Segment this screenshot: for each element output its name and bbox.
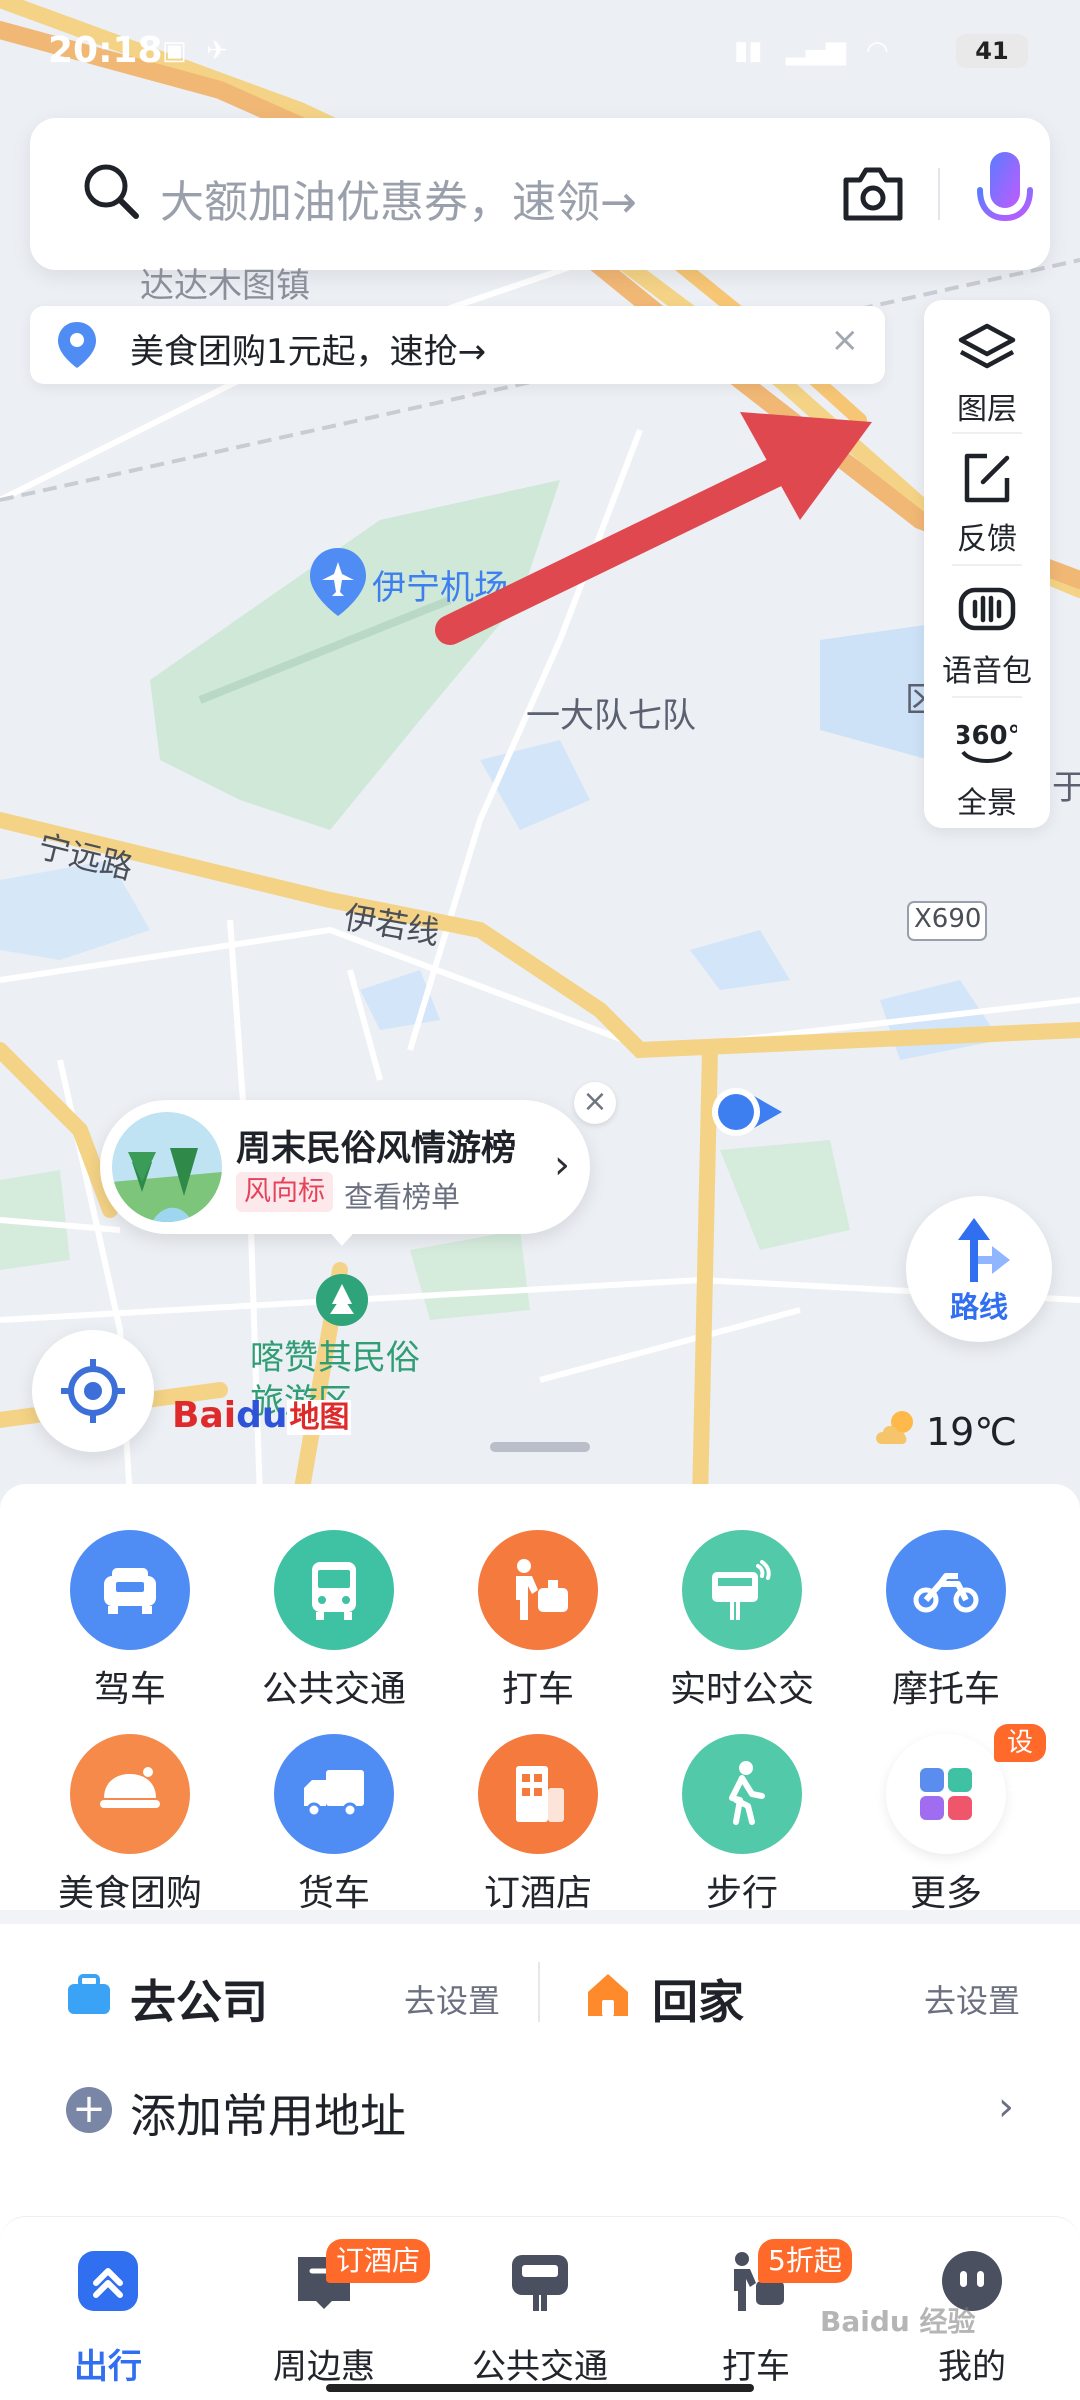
route-button[interactable]: 路线	[906, 1196, 1052, 1342]
grid-item-public-transit[interactable]: 公共交通	[234, 1530, 434, 1720]
chevron-right-icon[interactable]: ›	[998, 2084, 1014, 2130]
logo-part-du: du	[236, 1395, 288, 1436]
go-home-label[interactable]: 回家	[652, 1966, 744, 2032]
bus-icon	[274, 1530, 394, 1650]
route-icon	[958, 1218, 1010, 1282]
nav-tab-nearby-deals[interactable]: 订酒店 周边惠	[216, 2239, 432, 2389]
grid-label: 打车	[501, 1669, 574, 1710]
shortcut-separator	[538, 1962, 540, 2022]
grid-item-walk[interactable]: 步行	[642, 1734, 842, 1924]
grid-item-motorcycle[interactable]: 摩托车	[846, 1530, 1046, 1720]
weekend-folk-ranking-card[interactable]: 周末民俗风情游榜 风向标 查看榜单 ›	[100, 1100, 590, 1234]
grid-item-drive[interactable]: 驾车	[30, 1530, 230, 1720]
temperature: 19℃	[926, 1410, 1018, 1454]
sheet-drag-handle[interactable]	[490, 1442, 590, 1452]
nav-label: 周边惠	[273, 2347, 375, 2387]
section-divider	[0, 1910, 1080, 1924]
chevron-right-icon: ›	[554, 1142, 570, 1188]
truck-icon	[274, 1734, 394, 1854]
locate-me-button[interactable]	[32, 1330, 154, 1452]
hotel-promo-badge: 订酒店	[326, 2239, 431, 2283]
card-title: 周末民俗风情游榜	[236, 1129, 517, 1169]
panorama-360-icon: 360°	[957, 721, 1017, 763]
realtime-bus-icon	[682, 1530, 802, 1650]
weather-widget[interactable]: 19℃	[874, 1408, 1017, 1454]
grid-item-taxi[interactable]: 打车	[438, 1530, 638, 1720]
card-pointer	[326, 1228, 358, 1246]
nav-label: 公共交通	[472, 2347, 608, 2387]
annotation-arrow-icon	[435, 412, 872, 645]
scenery-thumbnail	[112, 1112, 222, 1222]
crosshair-icon	[61, 1359, 125, 1423]
travel-icon	[78, 2251, 138, 2311]
car-icon	[70, 1530, 190, 1650]
taxi-icon	[478, 1530, 598, 1650]
grid-item-realtime-bus[interactable]: 实时公交	[642, 1530, 842, 1720]
panorama-button[interactable]: 360° 全景	[924, 698, 1050, 830]
settings-badge: 设置	[994, 1724, 1046, 1796]
transit-icon	[512, 2255, 568, 2311]
grid-item-food-deals[interactable]: 美食团购	[30, 1734, 230, 1924]
walk-icon	[682, 1734, 802, 1854]
logo-part-map: 地图	[287, 1400, 352, 1435]
grid-label: 订酒店	[483, 1873, 592, 1914]
discount-badge: 5折起	[758, 2239, 852, 2283]
grid-item-truck[interactable]: 货车	[234, 1734, 434, 1924]
nav-tab-public-transit[interactable]: 公共交通	[432, 2239, 648, 2389]
home-set-link[interactable]: 去设置	[924, 1976, 1020, 2022]
grid-label: 美食团购	[57, 1873, 202, 1914]
home-indicator[interactable]	[326, 2384, 754, 2392]
baidu-map-logo: Baidu地图	[172, 1392, 352, 1436]
briefcase-icon	[68, 1974, 110, 2014]
nav-label: 出行	[74, 2347, 142, 2387]
edge-label-right: 于	[1052, 768, 1080, 808]
route-label: 路线	[949, 1290, 1008, 1324]
watermark: Baidu 经验	[820, 2305, 976, 2338]
logo-part-bai: Bai	[172, 1395, 237, 1436]
partly-cloudy-icon	[876, 1411, 913, 1444]
motorcycle-icon	[886, 1530, 1006, 1650]
nav-label: 我的	[938, 2347, 1006, 2387]
hotel-icon	[478, 1734, 598, 1854]
grid-label: 实时公交	[669, 1669, 814, 1710]
svg-text:360°: 360°	[957, 721, 1017, 751]
grid-label: 货车	[297, 1873, 370, 1914]
nav-tab-travel[interactable]: 出行	[0, 2239, 216, 2389]
current-location-marker	[712, 1088, 782, 1136]
add-frequent-address[interactable]: 添加常用地址	[130, 2080, 406, 2146]
nav-label: 打车	[722, 2347, 790, 2387]
card-subtitle: 查看榜单	[344, 1180, 461, 1214]
go-to-company-label[interactable]: 去公司	[130, 1966, 268, 2032]
grid-label: 公共交通	[261, 1669, 406, 1710]
grid-label: 摩托车	[891, 1669, 1000, 1710]
grid-label: 驾车	[93, 1669, 166, 1710]
card-close-icon[interactable]: ×	[574, 1082, 616, 1124]
panorama-label: 全景	[957, 786, 1017, 821]
grid-item-more[interactable]: 设置 更多	[846, 1724, 1046, 1924]
home-icon	[588, 1974, 628, 2016]
x690-road-badge: X690	[914, 904, 982, 934]
more-grid-icon	[886, 1734, 1006, 1854]
grid-label: 步行	[705, 1873, 778, 1914]
grid-item-hotel[interactable]: 订酒店	[438, 1734, 638, 1924]
company-set-link[interactable]: 去设置	[404, 1976, 500, 2022]
add-icon[interactable]: +	[66, 2087, 112, 2133]
trend-tag-badge: 风向标	[236, 1172, 333, 1212]
food-icon	[70, 1734, 190, 1854]
grid-label: 更多	[909, 1873, 982, 1914]
